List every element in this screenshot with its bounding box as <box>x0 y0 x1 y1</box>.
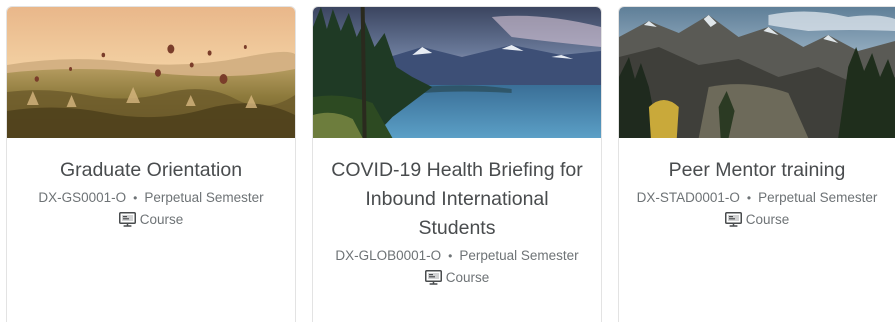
course-code: DX-GS0001-O <box>38 190 127 205</box>
course-semester: Perpetual Semester <box>144 190 264 205</box>
course-card-peer-mentor-training[interactable]: Peer Mentor training DX-STAD0001-O • Perpe… <box>618 6 895 322</box>
separator-dot: • <box>448 249 453 263</box>
course-code: DX-GLOB0001-O <box>335 248 442 263</box>
course-title[interactable]: Graduate Orientation <box>21 156 281 185</box>
course-card-covid-19-briefing[interactable]: COVID-19 Health Briefing for Inbound Int… <box>312 6 602 322</box>
course-semester: Perpetual Semester <box>459 248 579 263</box>
separator-dot: • <box>746 191 752 205</box>
course-type: Course <box>633 209 881 230</box>
course-type-label: Course <box>139 212 184 227</box>
course-card-graduate-orientation[interactable]: Graduate Orientation DX-GS0001-O • Perpetu… <box>6 6 296 322</box>
course-semester: Perpetual Semester <box>758 190 878 205</box>
course-presentation-icon <box>424 270 442 285</box>
course-title[interactable]: COVID-19 Health Briefing for Inbound Int… <box>327 156 587 243</box>
course-meta: DX-GS0001-O • Perpetual Semester <box>21 187 281 209</box>
course-meta: DX-STAD0001-O • Perpetual Semester <box>633 187 881 209</box>
course-meta: DX-GLOB0001-O • Perpetual Semester <box>327 245 587 267</box>
course-image-balloons[interactable] <box>7 7 295 138</box>
course-card-grid: Graduate Orientation DX-GS0001-O • Perpetu… <box>0 0 895 322</box>
course-image-lake[interactable] <box>313 7 601 138</box>
course-type-label: Course <box>445 270 490 285</box>
course-type-label: Course <box>745 212 790 227</box>
hot-air-balloons-image <box>7 7 295 138</box>
separator-dot: • <box>133 191 138 205</box>
course-image-mountains[interactable] <box>619 7 895 138</box>
course-code: DX-STAD0001-O <box>636 190 740 205</box>
course-presentation-icon <box>724 212 742 227</box>
lake-forest-mountains-image <box>313 7 601 138</box>
course-type: Course <box>21 209 281 230</box>
course-presentation-icon <box>118 212 136 227</box>
mountain-valley-image <box>619 7 895 138</box>
course-title[interactable]: Peer Mentor training <box>633 156 881 185</box>
course-type: Course <box>327 267 587 288</box>
